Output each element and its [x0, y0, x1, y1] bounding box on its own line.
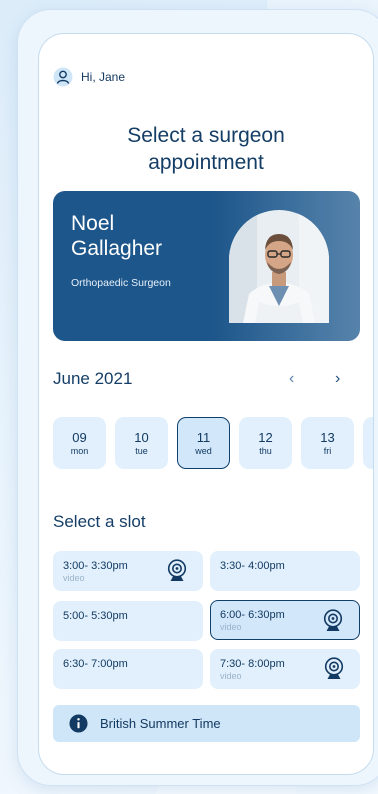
- video-call-icon: [167, 559, 187, 581]
- timezone-text: British Summer Time: [100, 716, 221, 731]
- date-chip[interactable]: 10 tue: [115, 417, 168, 469]
- surgeon-photo: [229, 210, 329, 323]
- chevron-left-icon[interactable]: ‹: [289, 370, 294, 388]
- chevron-right-icon[interactable]: ›: [335, 370, 340, 388]
- date-number: 11: [196, 429, 211, 445]
- date-weekday: thu: [259, 445, 272, 456]
- page-title-line-2: appointment: [148, 151, 264, 174]
- surgeon-first-name: Noel: [71, 212, 115, 235]
- video-call-icon: [324, 657, 344, 679]
- user-icon: [53, 67, 73, 87]
- greeting-text: Hi, Jane: [81, 70, 126, 84]
- date-number: 12: [258, 429, 273, 445]
- month-label: June 2021: [53, 369, 133, 388]
- date-weekday: mon: [70, 445, 89, 456]
- timezone-banner: British Summer Time: [53, 705, 360, 742]
- page-title-line-1: Select a surgeon: [127, 124, 285, 147]
- surgeon-last-name: Gallagher: [71, 237, 163, 260]
- slots-heading: Select a slot: [53, 512, 146, 531]
- slot-time: 3:30- 4:00pm: [220, 560, 285, 572]
- slot-time: 5:00- 5:30pm: [63, 610, 128, 622]
- time-slot-selected[interactable]: 6:00- 6:30pm video: [210, 600, 360, 640]
- user-greeting[interactable]: Hi, Jane: [53, 67, 125, 87]
- date-number: 10: [134, 429, 149, 445]
- time-slot[interactable]: 7:30- 8:00pm video: [210, 649, 360, 689]
- info-icon: [69, 714, 88, 733]
- time-slot[interactable]: 3:30- 4:00pm: [210, 551, 360, 591]
- date-chip[interactable]: 13 fri: [301, 417, 354, 469]
- time-slot[interactable]: 3:00- 3:30pm video: [53, 551, 203, 591]
- surgeon-card[interactable]: Noel Gallagher Orthopaedic Surgeon: [53, 191, 360, 341]
- date-weekday: wed: [195, 445, 212, 456]
- date-chip[interactable]: 09 mon: [53, 417, 106, 469]
- page-title: Select a surgeon appointment: [39, 122, 373, 176]
- date-weekday: tue: [135, 445, 148, 456]
- surgeon-name: Noel Gallagher: [71, 211, 162, 261]
- date-number: 13: [320, 429, 335, 445]
- date-chip-selected[interactable]: 11 wed: [177, 417, 230, 469]
- date-chip-partial[interactable]: [363, 417, 373, 469]
- surgeon-role: Orthopaedic Surgeon: [71, 277, 171, 289]
- date-picker: 09 mon 10 tue 11 wed 12 thu 13 fri: [53, 417, 373, 469]
- app-screen: Hi, Jane Select a surgeon appointment No…: [38, 33, 374, 775]
- slot-time: 6:30- 7:00pm: [63, 658, 128, 670]
- date-weekday: fri: [323, 445, 332, 456]
- video-call-icon: [323, 609, 343, 631]
- time-slot[interactable]: 6:30- 7:00pm: [53, 649, 203, 689]
- date-chip[interactable]: 12 thu: [239, 417, 292, 469]
- time-slot[interactable]: 5:00- 5:30pm: [53, 601, 203, 641]
- date-number: 09: [72, 429, 87, 445]
